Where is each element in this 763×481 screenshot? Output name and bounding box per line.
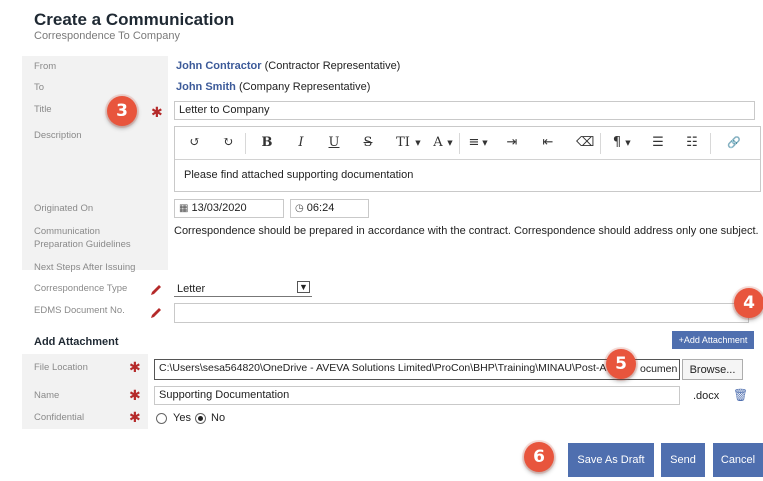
toolbar-divider <box>600 133 601 154</box>
align-icon[interactable]: ≡ <box>467 135 481 151</box>
eraser-icon[interactable]: ⌫ <box>576 135 594 151</box>
originated-time-value: 06:24 <box>306 202 335 214</box>
italic-icon[interactable]: I <box>294 135 308 151</box>
file-location-input[interactable]: C:\Users\sesa564820\OneDrive - AVEVA Sol… <box>154 359 680 380</box>
pencil-icon <box>151 308 161 318</box>
callout-badge-5: 5 <box>606 349 636 379</box>
callout-badge-6: 6 <box>524 442 554 472</box>
type-label: Correspondence Type <box>34 283 128 294</box>
from-label: From <box>34 61 57 72</box>
guidelines-label-line-2: Preparation Guidelines <box>34 239 131 250</box>
confidential-yes-radio[interactable] <box>156 413 167 424</box>
required-asterisk-icon: ✱ <box>151 104 163 120</box>
guidelines-label-line-1: Communication <box>34 226 100 237</box>
from-name[interactable]: John Contractor <box>176 60 262 72</box>
file-location-label: File Location <box>34 362 88 373</box>
editor-toolbar: ↺ ↻ B I U S TI ▼ A ▼ ≡ ▼ ⇥ ⇤ ⌫ ¶ ▼ ☰ ☷ 🔗 <box>175 127 760 160</box>
chevron-down-icon[interactable]: ▼ <box>297 281 310 293</box>
to-role: (Company Representative) <box>238 81 371 93</box>
edms-input[interactable] <box>174 303 749 323</box>
undo-icon[interactable]: ↺ <box>187 135 203 151</box>
description-editor[interactable]: ↺ ↻ B I U S TI ▼ A ▼ ≡ ▼ ⇥ ⇤ ⌫ ¶ ▼ ☰ ☷ 🔗… <box>174 126 761 192</box>
confidential-label: Confidential <box>34 412 85 423</box>
required-asterisk-icon: ✱ <box>129 359 141 375</box>
to-label: To <box>34 82 45 93</box>
confidential-yes-label[interactable]: Yes <box>173 412 191 424</box>
guidelines-text: Correspondence should be prepared in acc… <box>174 225 759 237</box>
paragraph-icon[interactable]: ¶ <box>611 135 623 151</box>
link-icon[interactable]: 🔗 <box>727 135 741 151</box>
confidential-no-label[interactable]: No <box>211 412 225 424</box>
title-label: Title <box>34 104 52 115</box>
description-label: Description <box>34 130 82 141</box>
redo-icon[interactable]: ↻ <box>220 135 236 151</box>
originated-date-value: 13/03/2020 <box>191 202 247 214</box>
callout-badge-3: 3 <box>107 96 137 126</box>
originated-date-input[interactable]: ▦ 13/03/2020 <box>174 199 284 218</box>
file-location-tail: ocumen <box>640 363 678 375</box>
from-role: (Contractor Representative) <box>264 60 401 72</box>
originated-label: Originated On <box>34 203 94 214</box>
indent-icon[interactable]: ⇥ <box>505 135 519 151</box>
send-button[interactable]: Send <box>661 443 705 477</box>
browse-button[interactable]: Browse... <box>682 359 743 380</box>
required-asterisk-icon: ✱ <box>129 387 141 403</box>
chevron-down-icon[interactable]: ▼ <box>414 135 422 151</box>
originated-time-input[interactable]: ◷ 06:24 <box>290 199 369 218</box>
cancel-button[interactable]: Cancel <box>713 443 763 477</box>
underline-icon[interactable]: U <box>327 135 341 151</box>
to-value: John Smith (Company Representative) <box>176 81 370 93</box>
add-attachment-button[interactable]: +Add Attachment <box>672 331 754 349</box>
page-subtitle: Correspondence To Company <box>34 30 180 42</box>
file-location-value: C:\Users\sesa564820\OneDrive - AVEVA Sol… <box>159 362 607 374</box>
toolbar-divider <box>459 133 460 154</box>
page-title: Create a Communication <box>34 10 235 29</box>
type-select[interactable]: Letter ▼ <box>174 281 312 297</box>
text-size-icon[interactable]: TI <box>393 135 413 151</box>
type-select-value: Letter <box>177 283 206 295</box>
chevron-down-icon[interactable]: ▼ <box>624 135 632 151</box>
attachment-name-input[interactable]: Supporting Documentation <box>154 386 680 405</box>
numbered-list-icon[interactable]: ☷ <box>685 135 699 151</box>
edms-label: EDMS Document No. <box>34 305 125 316</box>
add-attachment-heading: Add Attachment <box>34 336 119 348</box>
bold-icon[interactable]: B <box>260 135 274 151</box>
required-asterisk-icon: ✱ <box>129 409 141 425</box>
from-value: John Contractor (Contractor Representati… <box>176 60 400 72</box>
title-input[interactable]: Letter to Company <box>174 101 755 120</box>
clock-icon[interactable]: ◷ <box>295 203 304 214</box>
save-draft-button[interactable]: Save As Draft <box>568 443 654 477</box>
toolbar-divider <box>710 133 711 154</box>
name-label: Name <box>34 390 60 401</box>
chevron-down-icon[interactable]: ▼ <box>481 135 489 151</box>
calendar-icon[interactable]: ▦ <box>179 203 188 214</box>
outdent-icon[interactable]: ⇤ <box>541 135 555 151</box>
bullet-list-icon[interactable]: ☰ <box>651 135 665 151</box>
chevron-down-icon[interactable]: ▼ <box>446 135 454 151</box>
description-text[interactable]: Please find attached supporting document… <box>184 169 413 181</box>
next-steps-label: Next Steps After Issuing <box>34 262 136 273</box>
pencil-icon <box>151 285 161 295</box>
strikethrough-icon[interactable]: S <box>361 135 375 151</box>
confidential-no-radio[interactable] <box>195 413 206 424</box>
callout-badge-4: 4 <box>734 288 763 318</box>
to-name[interactable]: John Smith <box>176 81 236 93</box>
font-color-icon[interactable]: A <box>431 135 445 151</box>
toolbar-divider <box>245 133 246 154</box>
file-extension: .docx <box>693 390 720 402</box>
trash-icon[interactable]: 🗑 <box>733 388 748 402</box>
